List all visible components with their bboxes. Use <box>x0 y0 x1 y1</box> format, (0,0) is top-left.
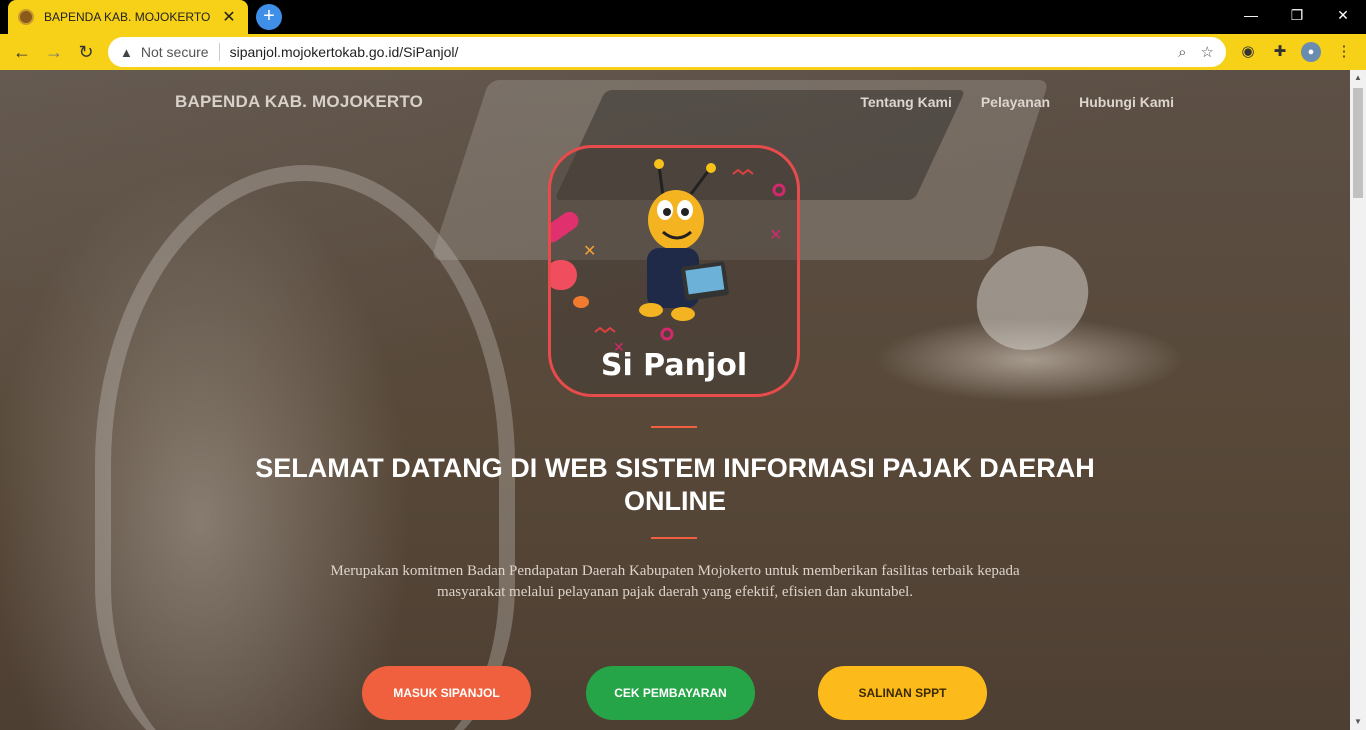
security-label[interactable]: Not secure <box>141 44 209 60</box>
page-scrollbar[interactable]: ▲ ▼ <box>1350 70 1366 730</box>
svg-text:✕: ✕ <box>769 225 782 244</box>
bookmark-star-icon[interactable]: ☆ <box>1201 43 1214 61</box>
nav-link-pelayanan[interactable]: Pelayanan <box>981 94 1050 110</box>
nav-link-tentang-kami[interactable]: Tentang Kami <box>860 94 952 110</box>
scroll-up-icon[interactable]: ▲ <box>1350 70 1366 86</box>
restore-button[interactable]: ❐ <box>1274 0 1320 30</box>
forward-button[interactable]: → <box>40 38 68 66</box>
tab-close-icon[interactable]: ✕ <box>220 7 238 27</box>
sipanjol-logo: ✕ ✕ ✕ Si Panjol <box>548 145 800 397</box>
scroll-thumb[interactable] <box>1353 88 1363 198</box>
salinan-sppt-button[interactable]: SALINAN SPPT <box>818 666 987 720</box>
url-text[interactable]: sipanjol.mojokertokab.go.id/SiPanjol/ <box>230 44 1165 60</box>
scroll-down-icon[interactable]: ▼ <box>1350 714 1366 730</box>
reload-button[interactable]: ↻ <box>72 38 100 66</box>
nav-link-hubungi-kami[interactable]: Hubungi Kami <box>1079 94 1174 110</box>
new-tab-button[interactable]: + <box>256 4 282 30</box>
back-button[interactable]: ← <box>8 38 36 66</box>
svg-text:✕: ✕ <box>583 241 596 260</box>
hero-headline: SELAMAT DATANG DI WEB SISTEM INFORMASI P… <box>255 453 1095 516</box>
bottom-divider <box>651 537 697 539</box>
navbar-brand[interactable]: BAPENDA KAB. MOJOKERTO <box>175 92 423 112</box>
navbar-links: Tentang Kami Pelayanan Hubungi Kami <box>860 94 1174 110</box>
browser-tab-bar: BAPENDA KAB. MOJOKERTO ✕ + — ❐ ✕ <box>0 0 1366 34</box>
warning-icon[interactable]: ▲ <box>120 45 133 60</box>
menu-kebab-icon[interactable]: ⋮ <box>1334 42 1354 62</box>
minimize-button[interactable]: — <box>1228 0 1274 30</box>
page-viewport: BAPENDA KAB. MOJOKERTO Tentang Kami Pela… <box>0 70 1350 730</box>
omnibox-separator <box>218 43 220 61</box>
extensions-puzzle-icon[interactable]: ✚ <box>1270 42 1290 62</box>
logo-title: Si Panjol <box>600 348 748 383</box>
favicon-icon <box>18 9 34 25</box>
extension-globe-icon[interactable]: ◉ <box>1238 42 1258 62</box>
browser-tab[interactable]: BAPENDA KAB. MOJOKERTO ✕ <box>8 0 248 34</box>
tab-title: BAPENDA KAB. MOJOKERTO <box>44 10 211 24</box>
zoom-icon[interactable]: ⌕ <box>1178 44 1186 61</box>
top-divider <box>651 426 697 428</box>
profile-avatar-icon[interactable]: ● <box>1301 42 1321 62</box>
cek-pembayaran-button[interactable]: CEK PEMBAYARAN <box>586 666 755 720</box>
address-bar[interactable]: ▲ Not secure sipanjol.mojokertokab.go.id… <box>108 37 1226 67</box>
browser-toolbar: ← → ↻ ▲ Not secure sipanjol.mojokertokab… <box>0 34 1366 70</box>
hero-description: Merupakan komitmen Badan Pendapatan Daer… <box>330 563 1020 600</box>
window-close-button[interactable]: ✕ <box>1320 0 1366 30</box>
masuk-sipanjol-button[interactable]: MASUK SIPANJOL <box>362 666 531 720</box>
